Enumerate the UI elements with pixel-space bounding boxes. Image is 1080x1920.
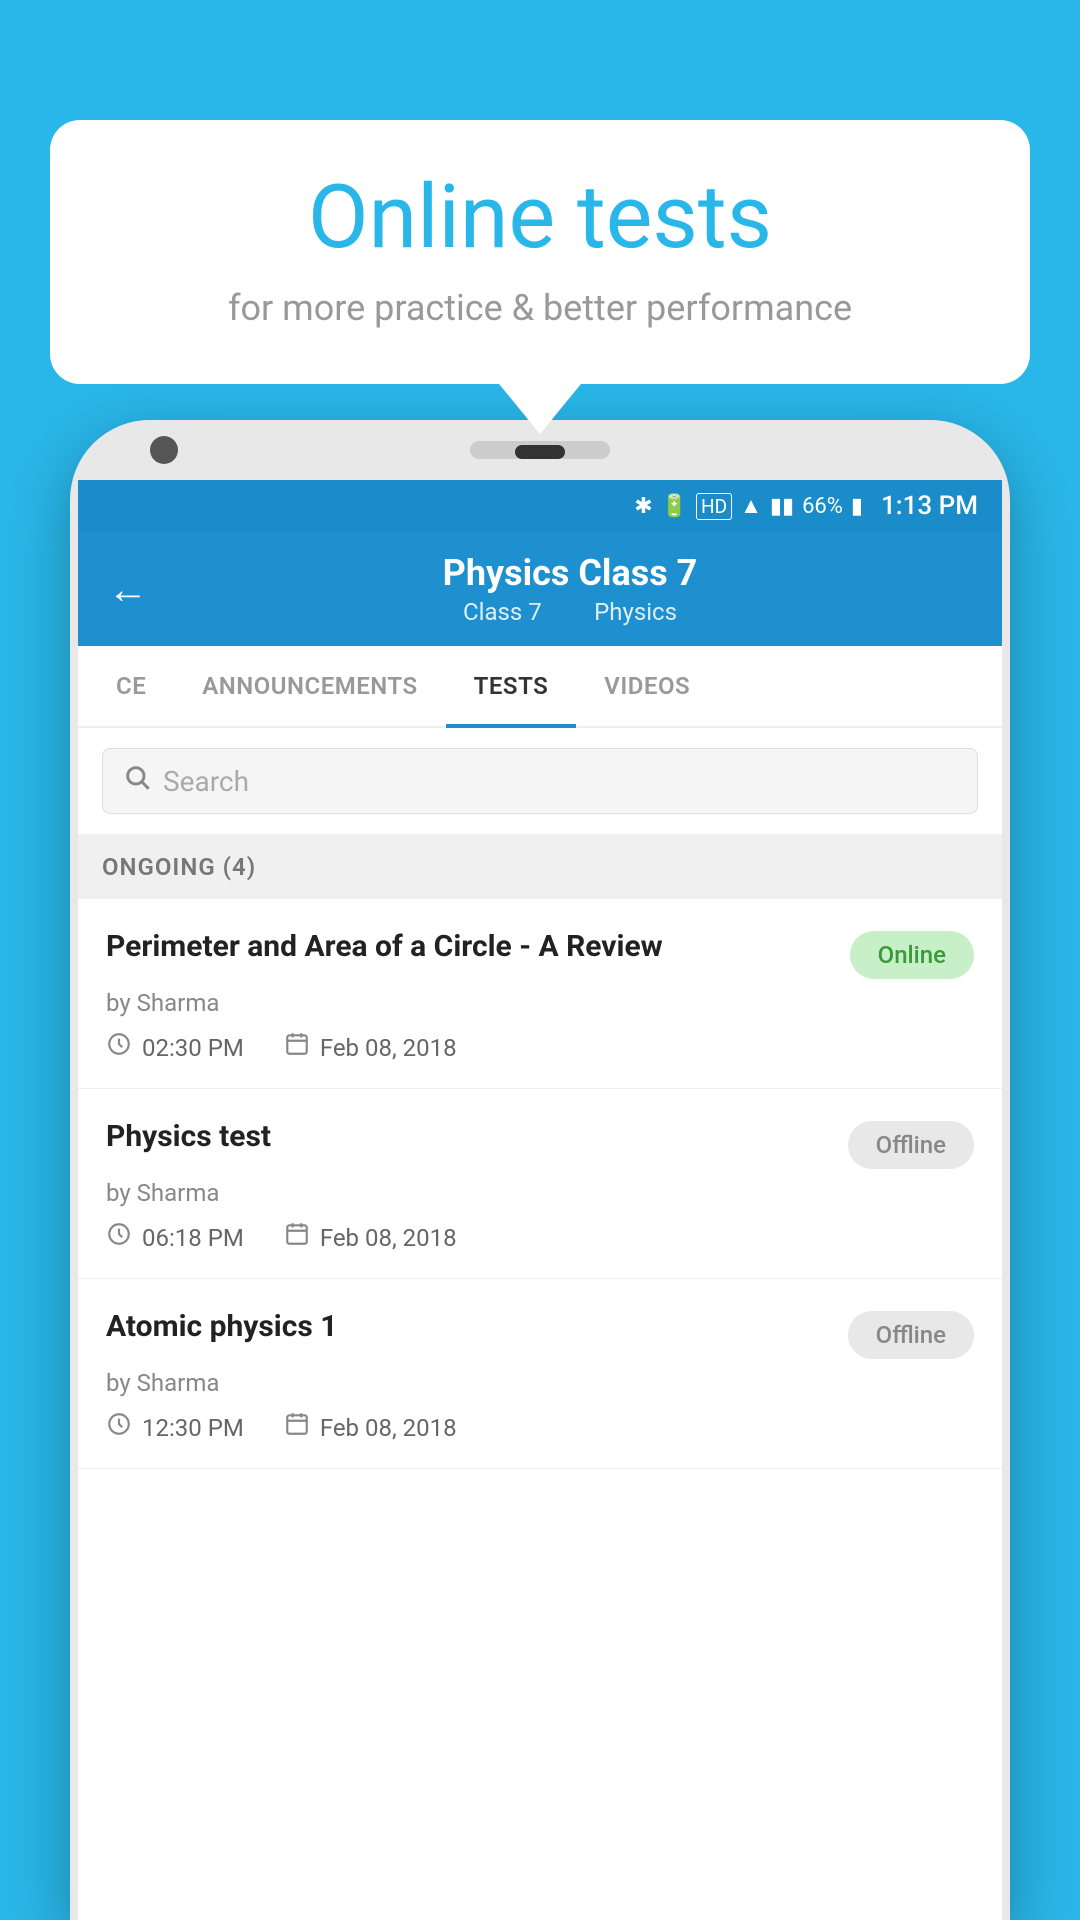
search-icon: [123, 763, 151, 799]
test-item-header: Atomic physics 1 Offline: [106, 1307, 974, 1359]
phone-camera-icon: [150, 436, 178, 464]
search-bar[interactable]: Search: [102, 748, 978, 814]
search-placeholder: Search: [163, 765, 249, 798]
tab-ce[interactable]: CE: [88, 646, 174, 726]
app-header: ← Physics Class 7 Class 7 Physics: [78, 532, 1002, 646]
test-item-header: Physics test Offline: [106, 1117, 974, 1169]
test-author: by Sharma: [106, 1179, 974, 1207]
calendar-icon: [284, 1031, 310, 1064]
breadcrumb-subject: Physics: [594, 598, 677, 626]
search-container: Search: [78, 728, 1002, 835]
test-title: Physics test: [106, 1117, 828, 1156]
date-meta: Feb 08, 2018: [284, 1031, 457, 1064]
list-item[interactable]: Physics test Offline by Sharma 06:18 PM: [78, 1089, 1002, 1279]
test-author: by Sharma: [106, 989, 974, 1017]
time-meta: 12:30 PM: [106, 1411, 244, 1444]
date-meta: Feb 08, 2018: [284, 1411, 457, 1444]
test-date: Feb 08, 2018: [320, 1414, 457, 1442]
test-item-header: Perimeter and Area of a Circle - A Revie…: [106, 927, 974, 979]
breadcrumb-class: Class 7: [463, 598, 542, 626]
calendar-icon: [284, 1221, 310, 1254]
wifi-icon: ▲: [740, 493, 762, 519]
breadcrumb-separator: [556, 598, 580, 626]
page-title: Physics Class 7: [168, 552, 972, 594]
test-time: 12:30 PM: [142, 1414, 244, 1442]
clock-icon: [106, 1031, 132, 1064]
status-badge: Offline: [848, 1311, 974, 1359]
phone-home-btn: [515, 445, 565, 459]
status-bar: ✱ 🔋 HD ▲ ▮▮ 66% ▮ 1:13 PM: [78, 480, 1002, 532]
test-meta: 02:30 PM Feb 08, 2018: [106, 1031, 974, 1064]
status-badge: Offline: [848, 1121, 974, 1169]
test-author: by Sharma: [106, 1369, 974, 1397]
list-item[interactable]: Perimeter and Area of a Circle - A Revie…: [78, 899, 1002, 1089]
signal-icon: ▮▮: [770, 494, 794, 519]
vibrate-icon: 🔋: [661, 494, 688, 519]
list-item[interactable]: Atomic physics 1 Offline by Sharma 12:30…: [78, 1279, 1002, 1469]
test-list: Perimeter and Area of a Circle - A Revie…: [78, 899, 1002, 1469]
clock-icon: [106, 1411, 132, 1444]
test-time: 06:18 PM: [142, 1224, 244, 1252]
status-badge: Online: [850, 931, 974, 979]
test-time: 02:30 PM: [142, 1034, 244, 1062]
test-meta: 12:30 PM Feb 08, 2018: [106, 1411, 974, 1444]
test-title: Atomic physics 1: [106, 1307, 828, 1346]
hd-badge: HD: [696, 493, 732, 520]
screen: ✱ 🔋 HD ▲ ▮▮ 66% ▮ 1:13 PM ← Physics Clas…: [78, 480, 1002, 1920]
date-meta: Feb 08, 2018: [284, 1221, 457, 1254]
status-time: 1:13 PM: [881, 491, 978, 521]
test-title: Perimeter and Area of a Circle - A Revie…: [106, 927, 830, 966]
battery-icon: ▮: [851, 494, 863, 519]
tab-tests[interactable]: TESTS: [446, 646, 577, 726]
time-meta: 02:30 PM: [106, 1031, 244, 1064]
clock-icon: [106, 1221, 132, 1254]
test-date: Feb 08, 2018: [320, 1224, 457, 1252]
ongoing-section-header: ONGOING (4): [78, 835, 1002, 899]
test-meta: 06:18 PM Feb 08, 2018: [106, 1221, 974, 1254]
back-button[interactable]: ←: [108, 566, 148, 613]
bluetooth-icon: ✱: [634, 494, 652, 519]
breadcrumb: Class 7 Physics: [168, 598, 972, 626]
test-date: Feb 08, 2018: [320, 1034, 457, 1062]
time-meta: 06:18 PM: [106, 1221, 244, 1254]
tab-announcements[interactable]: ANNOUNCEMENTS: [174, 646, 445, 726]
calendar-icon: [284, 1411, 310, 1444]
bubble-title: Online tests: [110, 170, 970, 267]
phone-frame: ✱ 🔋 HD ▲ ▮▮ 66% ▮ 1:13 PM ← Physics Clas…: [70, 420, 1010, 1920]
status-icons: ✱ 🔋 HD ▲ ▮▮ 66% ▮: [634, 493, 863, 520]
battery-percent: 66%: [802, 494, 843, 519]
speech-bubble: Online tests for more practice & better …: [50, 120, 1030, 384]
tabs-bar: CE ANNOUNCEMENTS TESTS VIDEOS: [78, 646, 1002, 728]
tab-videos[interactable]: VIDEOS: [576, 646, 718, 726]
bubble-subtitle: for more practice & better performance: [110, 287, 970, 329]
header-title-block: Physics Class 7 Class 7 Physics: [168, 552, 972, 626]
